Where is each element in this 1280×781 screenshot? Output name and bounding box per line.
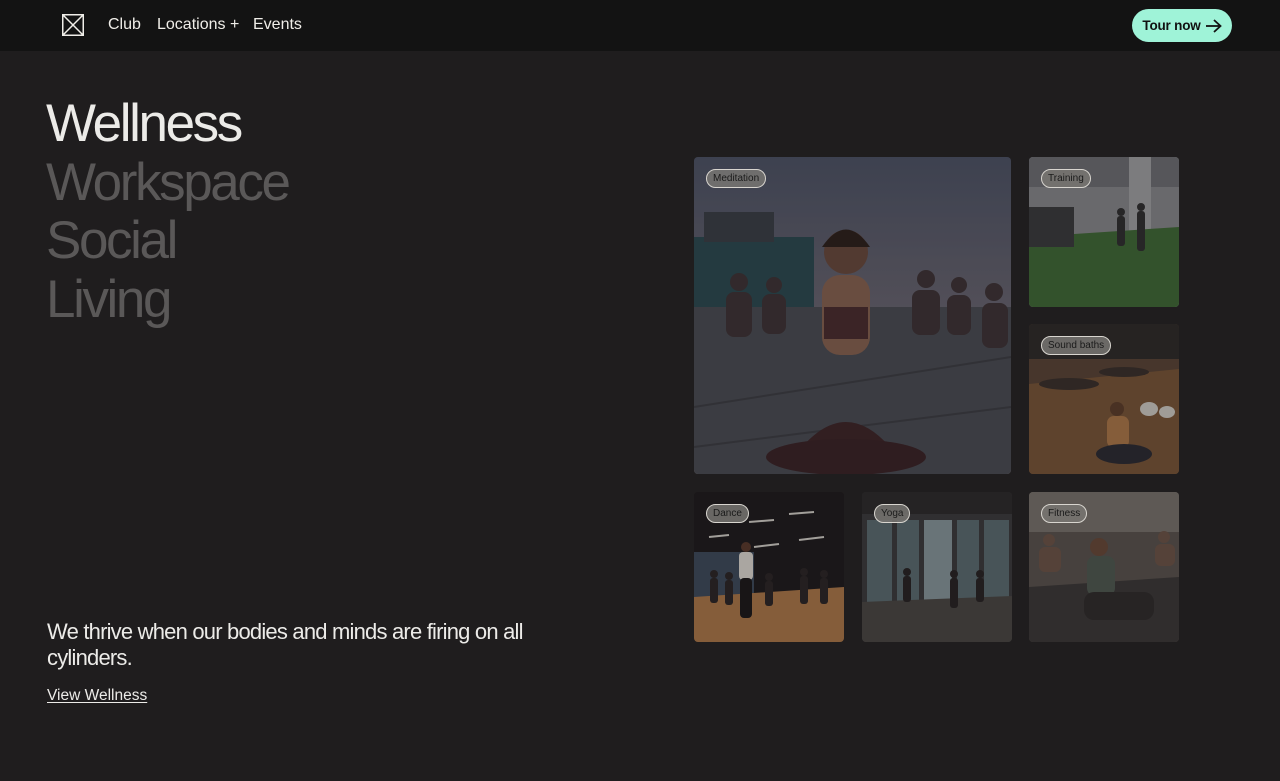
nav-events-link[interactable]: Events <box>253 15 302 35</box>
gallery-tile-sound-baths[interactable]: Sound baths <box>1029 324 1179 474</box>
tile-label-dance: Dance <box>706 504 749 523</box>
tile-label-yoga: Yoga <box>874 504 911 523</box>
view-wellness-link[interactable]: View Wellness <box>47 687 147 705</box>
tile-label-sound-baths: Sound baths <box>1041 336 1112 355</box>
gallery-tile-training[interactable]: Training <box>1029 157 1179 307</box>
category-list: Wellness Workspace Social Living <box>46 94 291 330</box>
arrow-right-icon <box>1205 18 1222 33</box>
wellness-tagline: We thrive when our bodies and minds are … <box>47 619 524 670</box>
category-wellness[interactable]: Wellness <box>46 94 289 154</box>
top-navbar: Club Locations + Events Tour now <box>0 0 1280 51</box>
tile-label-fitness: Fitness <box>1041 504 1088 523</box>
tile-dim-overlay <box>694 157 1011 474</box>
gallery-tile-dance[interactable]: Dance <box>694 492 844 642</box>
category-workspace[interactable]: Workspace <box>46 153 291 213</box>
tile-label-training: Training <box>1041 169 1091 188</box>
gallery-tile-meditation[interactable]: Meditation <box>694 157 1011 474</box>
tile-label-meditation: Meditation <box>706 169 767 188</box>
category-living[interactable]: Living <box>46 270 289 330</box>
tour-now-button[interactable]: Tour now <box>1132 9 1232 42</box>
gallery-tile-yoga[interactable]: Yoga <box>862 492 1012 642</box>
gallery-tile-fitness[interactable]: Fitness <box>1029 492 1179 642</box>
category-social[interactable]: Social <box>46 211 289 271</box>
nav-locations-link[interactable]: Locations + <box>157 15 239 35</box>
x-box-logo-icon[interactable] <box>62 14 84 36</box>
tour-now-label: Tour now <box>1142 18 1201 33</box>
nav-club-link[interactable]: Club <box>108 15 141 35</box>
